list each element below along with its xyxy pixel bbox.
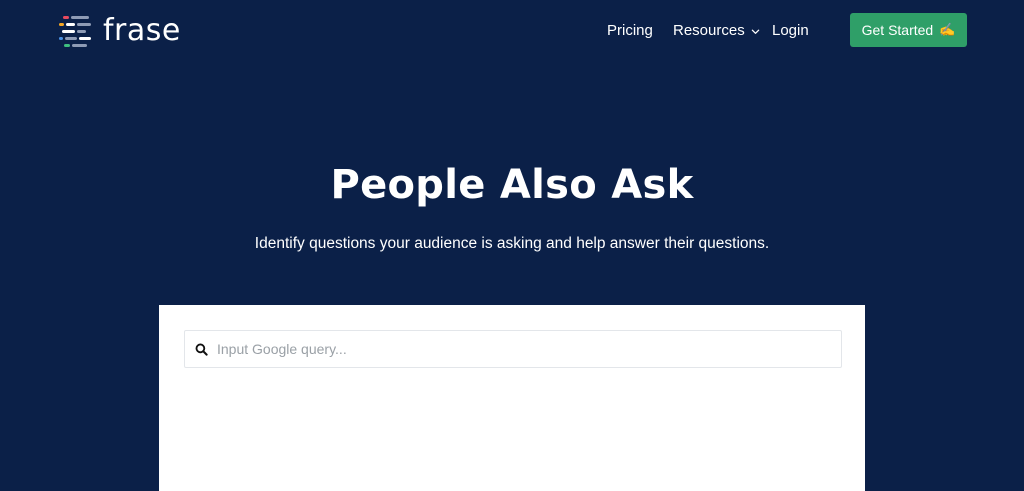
top-nav: frase Pricing Resources Login Get Starte… bbox=[0, 0, 1024, 62]
search-input[interactable] bbox=[217, 331, 841, 367]
page: frase Pricing Resources Login Get Starte… bbox=[0, 0, 1024, 491]
nav-pricing-label: Pricing bbox=[607, 22, 653, 39]
search-icon bbox=[195, 343, 208, 356]
search-card bbox=[159, 305, 865, 491]
search-box[interactable] bbox=[184, 330, 842, 368]
chevron-down-icon bbox=[751, 29, 759, 34]
frase-logo-icon bbox=[59, 16, 91, 47]
nav-resources-dropdown[interactable]: Resources bbox=[673, 20, 760, 42]
get-started-button[interactable]: Get Started ✍ bbox=[850, 13, 967, 47]
page-title: People Also Ask bbox=[330, 162, 694, 208]
nav-resources-label: Resources bbox=[673, 22, 745, 39]
nav-login-label: Login bbox=[772, 22, 809, 39]
page-subtitle: Identify questions your audience is aski… bbox=[254, 235, 770, 252]
nav-login-link[interactable]: Login bbox=[772, 20, 809, 42]
brand-name: frase bbox=[103, 13, 181, 48]
frase-logo[interactable]: frase bbox=[57, 12, 181, 50]
writing-hand-icon: ✍ bbox=[939, 22, 956, 37]
get-started-label: Get Started bbox=[861, 22, 934, 38]
nav-pricing-link[interactable]: Pricing bbox=[607, 20, 653, 42]
